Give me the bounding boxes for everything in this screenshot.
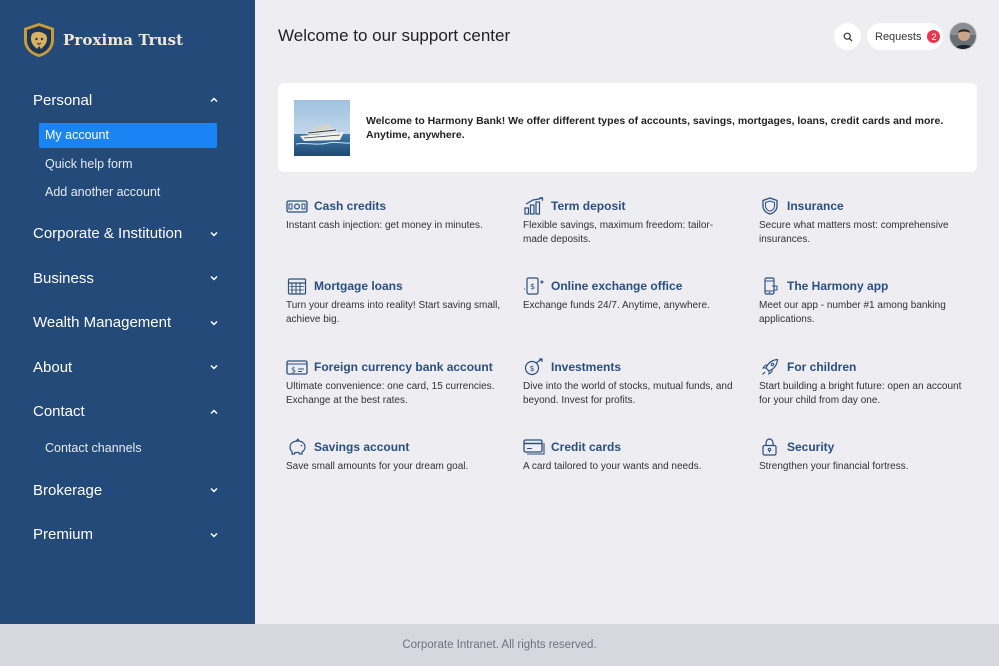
search-button[interactable] — [834, 23, 861, 50]
requests-button[interactable]: Requests 2 — [867, 23, 943, 50]
dollar-card-icon: $ — [286, 358, 308, 376]
nav-submenu-personal: My account Quick help form Add another a… — [0, 122, 255, 212]
nav-submenu-contact: Contact channels — [0, 434, 255, 468]
service-description: Meet our app - number #1 among banking a… — [759, 300, 946, 325]
service-insurance[interactable]: Insurance Secure what matters most: comp… — [759, 197, 974, 247]
service-description: Start building a bright future: open an … — [759, 381, 962, 406]
lion-shield-icon — [24, 23, 54, 57]
welcome-text: Welcome to Harmony Bank! We offer differ… — [366, 115, 944, 141]
service-description: Instant cash injection: get money in min… — [286, 220, 483, 231]
yacht-image — [294, 100, 350, 156]
nav-group-label: About — [33, 358, 73, 376]
requests-label: Requests — [875, 30, 922, 43]
growth-chart-icon — [523, 197, 545, 215]
sidebar: Proxima Trust Personal My account Quick … — [0, 0, 255, 624]
service-for-children[interactable]: For children Start building a bright fut… — [759, 358, 974, 408]
service-title: Security — [787, 440, 835, 454]
service-foreign-currency-account[interactable]: $ Foreign currency bank account Ultimate… — [286, 358, 501, 408]
service-title: Foreign currency bank account — [314, 360, 493, 374]
cash-icon — [286, 197, 308, 215]
footer: Corporate Intranet. All rights reserved. — [0, 624, 999, 666]
chevron-up-icon — [210, 409, 218, 414]
sidebar-nav: Personal My account Quick help form Add … — [0, 78, 255, 557]
page-title: Welcome to our support center — [278, 26, 511, 45]
nav-group-brokerage[interactable]: Brokerage — [0, 468, 255, 513]
service-description: Save small amounts for your dream goal. — [286, 461, 469, 472]
nav-group-corporate[interactable]: Corporate & Institution — [0, 212, 255, 257]
nav-group-label: Business — [33, 269, 94, 287]
service-title: Savings account — [314, 440, 410, 454]
search-icon — [843, 32, 852, 41]
service-title: Cash credits — [314, 199, 387, 213]
chevron-down-icon — [210, 231, 218, 237]
service-title: Credit cards — [551, 440, 622, 454]
investment-icon: $ — [523, 358, 545, 376]
svg-text:$: $ — [530, 282, 535, 291]
service-description: Dive into the world of stocks, mutual fu… — [523, 381, 733, 406]
nav-group-business[interactable]: Business — [0, 256, 255, 301]
chevron-down-icon — [210, 365, 218, 370]
service-mortgage-loans[interactable]: Mortgage loans Turn your dreams into rea… — [286, 277, 501, 327]
phone-icon — [759, 277, 781, 295]
service-title: Mortgage loans — [314, 279, 403, 293]
service-title: Term deposit — [551, 199, 626, 213]
service-title: Investments — [551, 360, 622, 374]
nav-group-label: Brokerage — [33, 481, 103, 499]
service-term-deposit[interactable]: Term deposit Flexible savings, maximum f… — [523, 197, 738, 247]
svg-text:$: $ — [530, 364, 535, 373]
nav-group-label: Contact — [33, 403, 85, 421]
service-title: Insurance — [787, 199, 844, 213]
chevron-down-icon — [210, 276, 218, 281]
service-description: Ultimate convenience: one card, 15 curre… — [286, 381, 495, 406]
nav-group-label: Personal — [33, 91, 93, 109]
footer-text: Corporate Intranet. All rights reserved. — [402, 639, 597, 651]
service-investments[interactable]: $ Investments Dive into the world of sto… — [523, 358, 738, 408]
chevron-down-icon — [210, 320, 218, 326]
chevron-down-icon — [210, 532, 218, 538]
lock-icon — [759, 438, 781, 456]
service-security[interactable]: Security Strengthen your financial fortr… — [759, 438, 974, 474]
exchange-icon: $ — [523, 277, 545, 295]
credit-card-icon — [523, 438, 545, 456]
nav-group-about[interactable]: About — [0, 345, 255, 390]
shield-icon — [759, 197, 781, 215]
nav-group-label: Premium — [33, 526, 94, 544]
service-description: Exchange funds 24/7. Anytime, anywhere. — [523, 300, 710, 311]
welcome-card: Welcome to Harmony Bank! We offer differ… — [278, 83, 977, 172]
service-savings-account[interactable]: Savings account Save small amounts for y… — [286, 438, 501, 474]
service-cash-credits[interactable]: Cash credits Instant cash injection: get… — [286, 197, 501, 233]
sidebar-item-add-another-account[interactable]: Add another account — [39, 178, 217, 206]
nav-group-wealth-management[interactable]: Wealth Management — [0, 301, 255, 346]
service-description: Strengthen your financial fortress. — [759, 461, 909, 472]
service-description: A card tailored to your wants and needs. — [523, 461, 702, 472]
service-description: Secure what matters most: comprehensive … — [759, 220, 949, 245]
sidebar-item-contact-channels[interactable]: Contact channels — [39, 434, 217, 462]
avatar-photo-icon — [950, 23, 976, 49]
service-description: Flexible savings, maximum freedom: tailo… — [523, 220, 714, 245]
service-title: Online exchange office — [551, 279, 683, 293]
brand-name: Proxima Trust — [63, 31, 184, 49]
nav-group-contact[interactable]: Contact — [0, 390, 255, 435]
service-online-exchange-office[interactable]: $ Online exchange office Exchange funds … — [523, 277, 738, 313]
nav-group-personal[interactable]: Personal — [0, 78, 255, 123]
service-credit-cards[interactable]: Credit cards A card tailored to your wan… — [523, 438, 738, 474]
sidebar-item-my-account[interactable]: My account — [39, 122, 217, 148]
chevron-down-icon — [210, 488, 218, 493]
service-title: The Harmony app — [787, 279, 889, 293]
nav-group-premium[interactable]: Premium — [0, 513, 255, 558]
chevron-up-icon — [210, 97, 218, 103]
service-description: Turn your dreams into reality! Start sav… — [286, 300, 501, 325]
service-title: For children — [787, 360, 857, 374]
piggy-bank-icon — [286, 438, 308, 456]
sidebar-item-quick-help-form[interactable]: Quick help form — [39, 150, 217, 178]
brand[interactable]: Proxima Trust — [22, 22, 183, 58]
requests-count-badge: 2 — [927, 30, 941, 43]
rocket-icon — [759, 358, 781, 376]
nav-group-label: Corporate & Institution — [33, 225, 183, 243]
user-avatar[interactable] — [949, 22, 977, 50]
nav-group-label: Wealth Management — [33, 314, 172, 332]
service-harmony-app[interactable]: The Harmony app Meet our app - number #1… — [759, 277, 974, 327]
house-icon — [286, 277, 308, 295]
svg-text:$: $ — [291, 366, 296, 375]
